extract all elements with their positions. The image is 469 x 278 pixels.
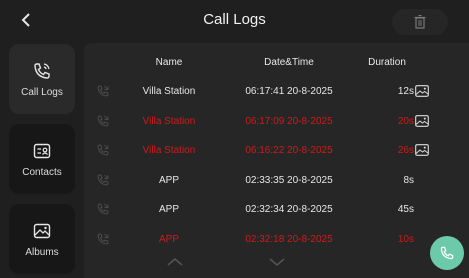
call-button[interactable] [430, 236, 464, 270]
call-datetime: 06:17:41 20-8-2025 [245, 86, 333, 97]
phone-ring-icon [34, 62, 50, 79]
call-datetime: 02:33:35 20-8-2025 [245, 174, 333, 186]
outgoing-call-icon [96, 173, 110, 187]
call-name: Villa Station [142, 86, 196, 97]
image-icon[interactable] [415, 114, 429, 127]
image-icon[interactable] [415, 84, 429, 97]
call-log-table: Name Date&Time Duration Villa Station 06:… [84, 43, 469, 278]
call-name: APP [158, 233, 179, 245]
call-duration: 10s [397, 233, 414, 245]
call-datetime: 02:32:18 20-8-2025 [245, 233, 333, 245]
column-header-datetime: Date&Time [264, 57, 314, 68]
image-icon [33, 223, 51, 238]
column-header-name: Name [155, 57, 183, 68]
call-duration: 45s [397, 204, 414, 215]
sidebar-item-albums[interactable]: Albums [9, 204, 75, 274]
call-datetime: 02:32:34 20-8-2025 [245, 204, 333, 215]
table-row[interactable]: APP 02:32:34 20-8-2025 45s [84, 195, 469, 224]
image-icon[interactable] [415, 143, 429, 156]
call-name: APP [158, 204, 179, 215]
column-header-duration: Duration [368, 57, 406, 68]
top-bar: Call Logs [0, 0, 469, 40]
table-row[interactable]: Villa Station 06:16:22 20-8-2025 26s [84, 136, 469, 165]
call-duration: 26s [397, 145, 414, 156]
contacts-icon [33, 143, 51, 158]
sidebar-item-call-logs[interactable]: Call Logs [9, 44, 75, 114]
chevron-down-icon[interactable] [268, 257, 286, 267]
call-name: Villa Station [142, 115, 196, 127]
call-duration: 12s [397, 86, 414, 97]
call-datetime: 06:16:22 20-8-2025 [245, 145, 333, 156]
table-row[interactable]: Villa Station 06:17:09 20-8-2025 20s [84, 107, 469, 136]
sidebar-item-label: Contacts [22, 166, 62, 178]
table-row[interactable]: APP 02:32:18 20-8-2025 10s [84, 225, 469, 254]
sidebar: Call Logs Contacts Albums [0, 44, 80, 278]
outgoing-call-icon [96, 84, 110, 98]
call-datetime: 06:17:09 20-8-2025 [245, 115, 333, 127]
delete-button[interactable] [392, 9, 448, 35]
call-name: Villa Station [142, 145, 196, 156]
sidebar-item-contacts[interactable]: Contacts [9, 124, 75, 194]
table-row[interactable]: Villa Station 06:17:41 20-8-2025 12s [84, 77, 469, 106]
outgoing-call-icon [96, 202, 110, 216]
sidebar-item-label: Albums [25, 246, 59, 258]
chevron-up-icon[interactable] [166, 257, 184, 267]
call-duration: 20s [397, 115, 414, 127]
outgoing-call-icon [96, 114, 110, 128]
phone-icon [440, 246, 454, 260]
sidebar-item-label: Call Logs [21, 86, 63, 98]
call-duration: 8s [403, 174, 414, 186]
outgoing-call-icon [96, 143, 110, 157]
outgoing-call-icon [96, 232, 110, 246]
call-name: APP [158, 174, 179, 186]
trash-icon [414, 15, 426, 29]
table-row[interactable]: APP 02:33:35 20-8-2025 8s [84, 166, 469, 195]
